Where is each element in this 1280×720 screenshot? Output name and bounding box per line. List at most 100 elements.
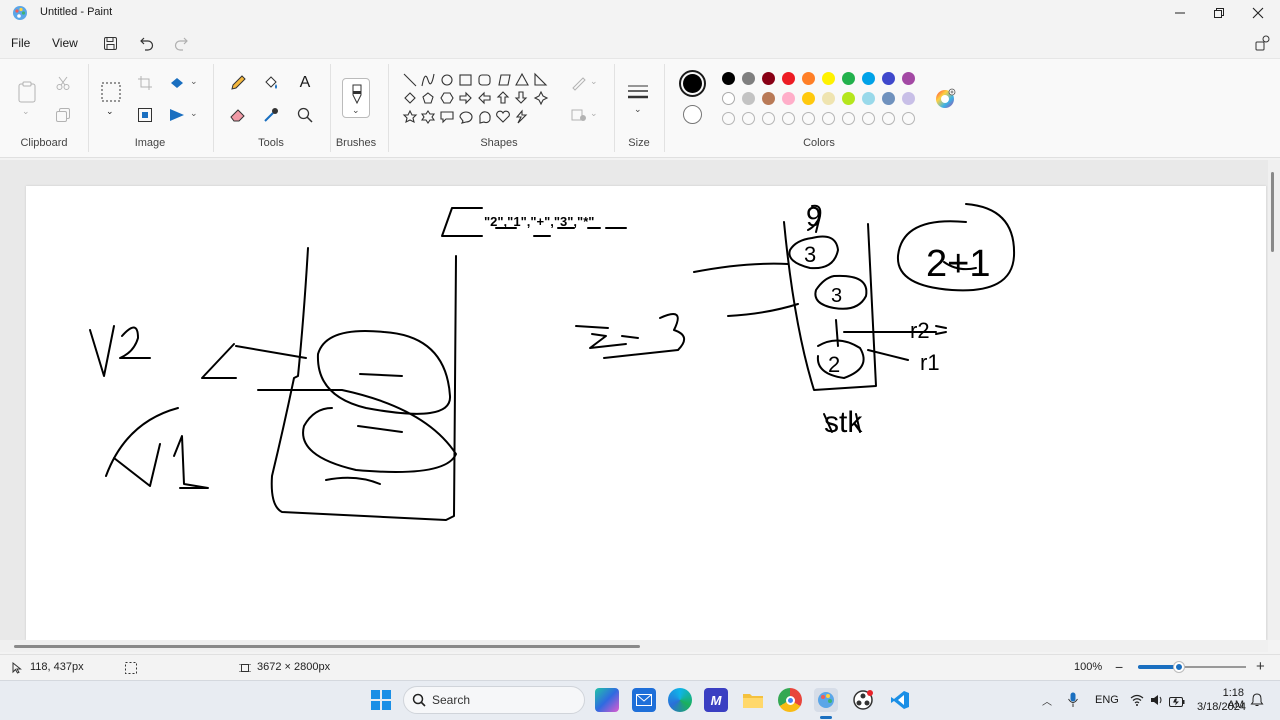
redo-icon[interactable] xyxy=(172,34,190,52)
pencil-icon[interactable] xyxy=(227,72,249,94)
color-swatch[interactable] xyxy=(762,92,775,105)
undo-icon[interactable] xyxy=(138,34,156,52)
primary-color-swatch xyxy=(683,74,702,93)
custom-color-slot[interactable] xyxy=(882,112,895,125)
custom-color-slot[interactable] xyxy=(822,112,835,125)
chevron-down-icon[interactable]: ⌄ xyxy=(590,108,598,119)
fill-icon[interactable] xyxy=(568,104,590,126)
chevron-down-icon[interactable]: ⌄ xyxy=(106,106,114,117)
eraser-icon[interactable] xyxy=(227,104,249,126)
cursor-position: 118, 437px xyxy=(30,661,84,673)
magnifier-icon[interactable] xyxy=(294,104,316,126)
color-swatch[interactable] xyxy=(882,92,895,105)
color-swatch[interactable] xyxy=(762,72,775,85)
color-swatch[interactable] xyxy=(842,92,855,105)
share-icon[interactable] xyxy=(1254,34,1272,52)
minimize-button[interactable] xyxy=(1160,0,1200,26)
custom-color-slot[interactable] xyxy=(782,112,795,125)
color-swatch[interactable] xyxy=(902,72,915,85)
volume-icon[interactable] xyxy=(1150,693,1164,711)
edit-colors-button[interactable] xyxy=(935,88,956,109)
battery-icon[interactable] xyxy=(1169,694,1185,712)
notification-bell-icon[interactable] xyxy=(1250,693,1264,712)
color-swatch[interactable] xyxy=(902,92,915,105)
vertical-scroll-thumb[interactable] xyxy=(1271,172,1274,252)
chrome-icon[interactable] xyxy=(778,688,802,712)
custom-color-slot[interactable] xyxy=(802,112,815,125)
zoom-out-icon[interactable]: − xyxy=(1115,659,1123,675)
color-swatch[interactable] xyxy=(862,92,875,105)
color-swatch[interactable] xyxy=(822,72,835,85)
custom-color-slot[interactable] xyxy=(842,112,855,125)
visual-studio-icon[interactable]: M xyxy=(704,688,728,712)
size-button[interactable]: ⌄ xyxy=(626,82,652,122)
rotate-icon[interactable] xyxy=(166,72,188,94)
custom-color-slot[interactable] xyxy=(722,112,735,125)
menu-view[interactable]: View xyxy=(52,36,78,50)
cut-icon[interactable] xyxy=(52,72,74,94)
color-swatch[interactable] xyxy=(782,72,795,85)
text-icon[interactable]: A xyxy=(294,72,316,94)
five-point-star-icon xyxy=(402,109,418,124)
chevron-down-icon[interactable]: ⌄ xyxy=(190,108,198,119)
save-icon[interactable] xyxy=(101,34,119,52)
start-windows-icon[interactable] xyxy=(369,688,393,712)
drawing-canvas[interactable]: "2","1","+","3","*" V2 9 3 3 2 r2 r1 stk… xyxy=(26,186,1266,640)
color-swatch[interactable] xyxy=(722,72,735,85)
color-swatch[interactable] xyxy=(742,92,755,105)
horizontal-scroll-thumb[interactable] xyxy=(14,645,640,648)
chevron-down-icon[interactable]: ⌄ xyxy=(22,106,30,117)
wifi-icon[interactable] xyxy=(1130,693,1144,711)
color-swatch[interactable] xyxy=(882,72,895,85)
color-swatch[interactable] xyxy=(862,72,875,85)
menu-file[interactable]: File xyxy=(11,36,30,50)
circled-3-lower-text: 3 xyxy=(831,285,842,307)
custom-color-slot[interactable] xyxy=(862,112,875,125)
zoom-level: 100% xyxy=(1074,661,1103,673)
custom-color-slot[interactable] xyxy=(742,112,755,125)
vscode-icon[interactable] xyxy=(888,688,912,712)
resize-icon[interactable] xyxy=(134,104,156,126)
obs-icon[interactable] xyxy=(851,688,875,712)
chevron-down-icon[interactable]: ⌄ xyxy=(190,76,198,87)
chevron-down-icon[interactable]: ⌄ xyxy=(590,76,598,87)
brushes-button[interactable]: ⌄ xyxy=(342,78,370,118)
file-explorer-icon[interactable] xyxy=(741,688,765,712)
show-hidden-icons-chevron-icon[interactable]: ︿ xyxy=(1042,693,1052,708)
custom-color-slot[interactable] xyxy=(902,112,915,125)
paste-icon[interactable] xyxy=(16,80,38,104)
color-swatch[interactable] xyxy=(802,72,815,85)
crop-icon[interactable] xyxy=(134,72,156,94)
color-swatch[interactable] xyxy=(742,72,755,85)
primary-color-button[interactable] xyxy=(679,70,706,97)
color-swatch[interactable] xyxy=(842,72,855,85)
paint-taskbar-icon[interactable] xyxy=(814,688,838,712)
custom-color-slot[interactable] xyxy=(762,112,775,125)
menu-bar xyxy=(0,32,1280,56)
vertical-scrollbar[interactable] xyxy=(1268,160,1280,640)
copy-icon[interactable] xyxy=(52,104,74,126)
outline-icon[interactable] xyxy=(568,72,590,94)
canvas-size: 3672 × 2800px xyxy=(257,661,331,673)
taskbar-search[interactable] xyxy=(403,686,585,714)
input-language[interactable]: ENG xyxy=(1095,694,1119,706)
color-swatch[interactable] xyxy=(722,92,735,105)
zoom-slider-thumb[interactable] xyxy=(1174,662,1184,672)
color-swatch[interactable] xyxy=(822,92,835,105)
flip-icon[interactable] xyxy=(166,104,188,126)
zoom-in-icon[interactable]: + xyxy=(1256,658,1265,675)
secondary-color-swatch[interactable] xyxy=(683,105,702,124)
microphone-icon[interactable] xyxy=(1068,692,1078,713)
restore-button[interactable] xyxy=(1199,0,1239,26)
clock-date[interactable]: 3/18/2024 xyxy=(1197,701,1246,713)
shapes-gallery[interactable] xyxy=(400,70,560,130)
edge-browser-icon[interactable] xyxy=(668,688,692,712)
select-icon[interactable] xyxy=(99,80,123,104)
color-picker-icon[interactable] xyxy=(260,104,282,126)
fill-bucket-icon[interactable] xyxy=(260,72,282,94)
color-swatch[interactable] xyxy=(782,92,795,105)
close-button[interactable] xyxy=(1238,0,1278,26)
copilot-icon[interactable] xyxy=(595,688,619,712)
mail-icon[interactable] xyxy=(632,688,656,712)
color-swatch[interactable] xyxy=(802,92,815,105)
